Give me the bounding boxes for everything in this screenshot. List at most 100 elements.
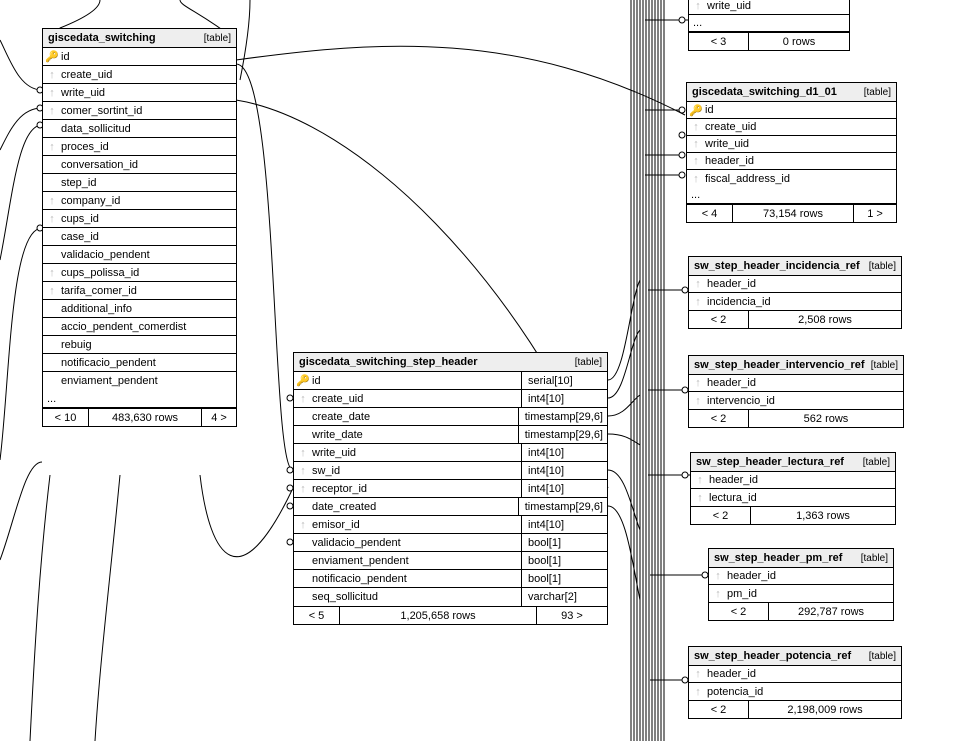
footer-out[interactable]: 1 >	[854, 205, 896, 222]
column-row: additional_info	[43, 300, 236, 318]
column-row: accio_pendent_comerdist	[43, 318, 236, 336]
table-footer: < 4 73,154 rows 1 >	[687, 204, 896, 222]
footer-rows: 2,198,009 rows	[749, 701, 901, 718]
column-name: proces_id	[61, 141, 232, 153]
column-row: conversation_id	[43, 156, 236, 174]
column-row: ↑incidencia_id	[689, 293, 901, 310]
table-giscedata-switching[interactable]: giscedata_switching [table] 🔑id ↑ create_u…	[42, 28, 237, 427]
column-row: seq_sollicitudvarchar[2]	[294, 588, 607, 606]
footer-in[interactable]: < 2	[691, 507, 751, 524]
column-row: ↑ header_id	[687, 153, 896, 170]
blank-icon	[47, 303, 57, 315]
column-name: notificacio_pendent	[61, 357, 232, 369]
foreign-key-icon: ↑	[298, 393, 308, 405]
column-name: receptor_id	[312, 483, 517, 495]
footer-in[interactable]: < 3	[689, 33, 749, 50]
blank-icon	[47, 231, 57, 243]
footer-in[interactable]: < 2	[689, 701, 749, 718]
foreign-key-icon: ↑	[47, 195, 57, 207]
column-name: create_uid	[312, 393, 517, 405]
foreign-key-icon: ↑	[298, 483, 308, 495]
footer-in[interactable]: < 10	[43, 409, 89, 426]
column-row: ↑emisor_idint4[10]	[294, 516, 607, 534]
column-name: intervencio_id	[707, 395, 899, 407]
table-partial-top[interactable]: ↑ header_id ↑ write_uid ... < 3 0 rows	[688, 0, 850, 51]
column-row: 🔑id	[43, 48, 236, 66]
primary-key-icon: 🔑	[298, 374, 308, 387]
primary-key-icon: 🔑	[47, 50, 57, 63]
column-name: date_created	[312, 501, 514, 513]
table-tag: [table]	[864, 87, 891, 98]
column-name: write_uid	[61, 87, 232, 99]
blank-icon	[298, 411, 308, 423]
footer-in[interactable]: < 4	[687, 205, 733, 222]
primary-key-icon: 🔑	[691, 104, 701, 117]
column-name: fiscal_address_id	[705, 173, 892, 185]
table-intervencio-ref[interactable]: sw_step_header_intervencio_ref [table] ↑…	[688, 355, 904, 428]
table-tag: [table]	[871, 360, 898, 371]
table-header: sw_step_header_incidencia_ref [table]	[689, 257, 901, 276]
blank-icon	[47, 321, 57, 333]
column-type: timestamp[29,6]	[518, 408, 603, 425]
foreign-key-icon: ↑	[47, 213, 57, 225]
foreign-key-icon: ↑	[47, 105, 57, 117]
column-name: case_id	[61, 231, 232, 243]
foreign-key-icon: ↑	[298, 447, 308, 459]
column-name: seq_sollicitud	[312, 591, 517, 603]
column-name: cups_polissa_id	[61, 267, 232, 279]
footer-in[interactable]: < 5	[294, 607, 340, 624]
table-title: giscedata_switching	[48, 32, 204, 44]
column-row: ↑cups_polissa_id	[43, 264, 236, 282]
column-name: comer_sortint_id	[61, 105, 232, 117]
column-row: ↑create_uidint4[10]	[294, 390, 607, 408]
column-type: timestamp[29,6]	[518, 426, 603, 443]
table-tag: [table]	[204, 33, 231, 44]
column-name: write_date	[312, 429, 514, 441]
foreign-key-icon: ↑	[693, 377, 703, 389]
column-row: validacio_pendent	[43, 246, 236, 264]
column-row: ↑sw_idint4[10]	[294, 462, 607, 480]
column-name: pm_id	[727, 588, 889, 600]
table-header: sw_step_header_potencia_ref [table]	[689, 647, 901, 666]
footer-rows: 292,787 rows	[769, 603, 893, 620]
column-row: ↑ write_uid	[689, 0, 849, 15]
column-row: write_date timestamp[29,6]	[294, 426, 607, 444]
footer-out[interactable]: 93 >	[537, 607, 607, 624]
table-step-header[interactable]: giscedata_switching_step_header [table] …	[293, 352, 608, 625]
table-footer: < 5 1,205,658 rows 93 >	[294, 606, 607, 624]
foreign-key-icon: ↑	[691, 155, 701, 167]
column-row: ↑fiscal_address_id	[687, 170, 896, 187]
footer-in[interactable]: < 2	[689, 311, 749, 328]
table-lectura-ref[interactable]: sw_step_header_lectura_ref [table] ↑head…	[690, 452, 896, 525]
foreign-key-icon: ↑	[298, 465, 308, 477]
blank-icon	[298, 573, 308, 585]
column-row: case_id	[43, 228, 236, 246]
foreign-key-icon: ↑	[298, 519, 308, 531]
foreign-key-icon: ↑	[47, 87, 57, 99]
column-name: conversation_id	[61, 159, 232, 171]
column-name: id	[312, 375, 517, 387]
table-d1-01[interactable]: giscedata_switching_d1_01 [table] 🔑id↑cr…	[686, 82, 897, 223]
column-row: ↑header_id	[689, 276, 901, 293]
blank-icon	[47, 123, 57, 135]
footer-rows: 1,205,658 rows	[340, 607, 537, 624]
foreign-key-icon: ↑	[695, 492, 705, 504]
table-potencia-ref[interactable]: sw_step_header_potencia_ref [table] ↑hea…	[688, 646, 902, 719]
column-name: header_id	[705, 155, 892, 167]
table-title: sw_step_header_potencia_ref	[694, 650, 869, 662]
table-tag: [table]	[575, 357, 602, 368]
footer-in[interactable]: < 2	[709, 603, 769, 620]
footer-in[interactable]: < 2	[689, 410, 749, 427]
footer-rows: 483,630 rows	[89, 409, 202, 426]
column-name: header_id	[709, 474, 891, 486]
table-incidencia-ref[interactable]: sw_step_header_incidencia_ref [table] ↑h…	[688, 256, 902, 329]
footer-rows: 73,154 rows	[733, 205, 854, 222]
table-tag: [table]	[869, 261, 896, 272]
column-name: create_uid	[61, 69, 232, 81]
column-type: int4[10]	[521, 462, 603, 479]
blank-icon	[47, 159, 57, 171]
table-header: sw_step_header_pm_ref [table]	[709, 549, 893, 568]
table-title: giscedata_switching_step_header	[299, 356, 575, 368]
table-pm-ref[interactable]: sw_step_header_pm_ref [table] ↑header_id…	[708, 548, 894, 621]
footer-out[interactable]: 4 >	[202, 409, 236, 426]
